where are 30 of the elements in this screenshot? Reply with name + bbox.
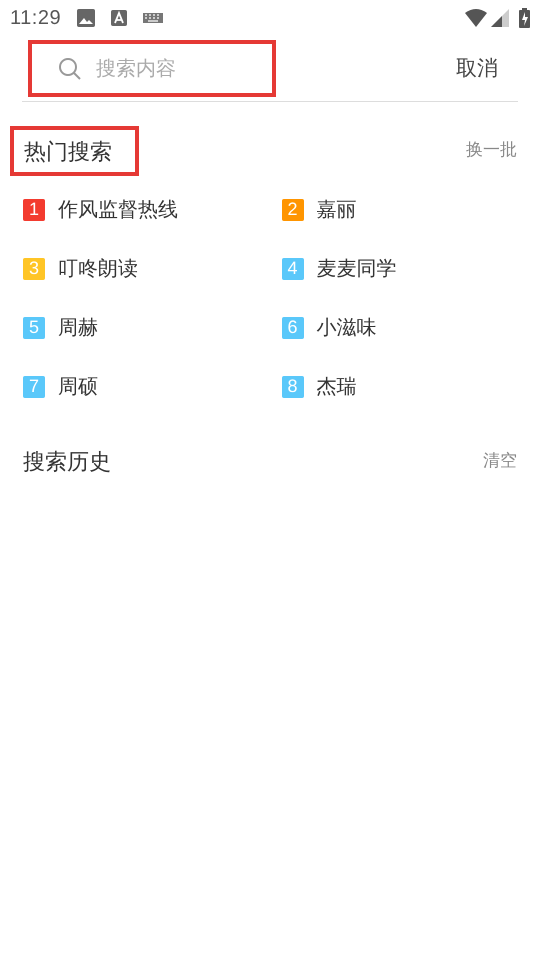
signal-icon — [491, 9, 509, 27]
wifi-icon — [465, 9, 487, 27]
status-time: 11:29 — [10, 6, 62, 31]
rank-badge: 7 — [23, 376, 45, 398]
section-title: 搜索历史 — [23, 448, 111, 476]
rank-badge: 8 — [282, 376, 304, 398]
search-icon — [58, 56, 82, 80]
keyboard-icon — [143, 13, 164, 23]
hot-search-link[interactable]: 小滋味 — [316, 312, 376, 342]
font-icon — [111, 10, 128, 26]
rank-badge: 1 — [23, 198, 45, 220]
cancel-button[interactable]: 取消 — [456, 52, 498, 84]
clear-link[interactable]: 清空 — [483, 448, 517, 474]
hot-search-link[interactable]: 杰瑞 — [316, 372, 356, 402]
battery-icon — [519, 8, 530, 28]
rank-badge: 5 — [23, 316, 45, 338]
hot-search-link[interactable]: 作风监督热线 — [58, 194, 178, 224]
section-title: 热门搜索 — [24, 138, 112, 166]
hot-search-link[interactable]: 周赫 — [58, 312, 98, 342]
rank-badge: 2 — [282, 198, 304, 220]
hot-search-link[interactable]: 周硕 — [58, 372, 98, 402]
hot-search-link[interactable]: 嘉丽 — [316, 194, 356, 224]
rank-badge: 4 — [282, 258, 304, 280]
image-icon — [77, 9, 96, 27]
hot-search-link[interactable]: 麦麦同学 — [316, 254, 396, 284]
hot-search-link[interactable]: 叮咚朗读 — [58, 254, 138, 284]
search-field[interactable]: 搜索内容 — [96, 54, 236, 84]
refresh-link[interactable]: 换一批 — [466, 137, 517, 163]
rank-badge: 6 — [282, 316, 304, 338]
rank-badge: 3 — [23, 258, 45, 280]
